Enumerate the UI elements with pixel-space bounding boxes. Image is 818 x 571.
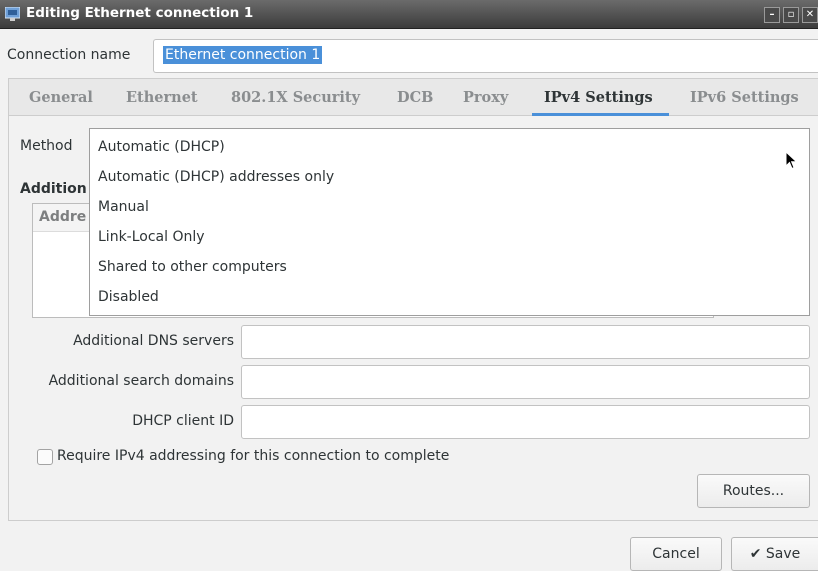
method-option-dhcp-addresses-only[interactable]: Automatic (DHCP) addresses only: [98, 169, 334, 185]
tab-ethernet[interactable]: Ethernet: [126, 89, 198, 106]
connection-name-input[interactable]: Ethernet connection 1: [153, 39, 818, 73]
connection-name-label: Connection name: [7, 47, 131, 63]
routes-button[interactable]: Routes...: [697, 474, 810, 508]
require-ipv4-checkbox[interactable]: [37, 449, 53, 465]
tab-dcb[interactable]: DCB: [397, 89, 433, 106]
method-option-shared[interactable]: Shared to other computers: [98, 259, 287, 275]
window-titlebar[interactable]: Editing Ethernet connection 1 – ▫ ✕: [0, 0, 818, 29]
search-domains-label: Additional search domains: [48, 373, 234, 389]
checkmark-icon: ✔: [749, 546, 762, 562]
dns-servers-input[interactable]: [241, 325, 810, 359]
method-option-link-local[interactable]: Link-Local Only: [98, 229, 205, 245]
method-option-manual[interactable]: Manual: [98, 199, 149, 215]
address-column-header[interactable]: Addre: [39, 209, 86, 225]
restore-button[interactable]: ▫: [783, 7, 799, 23]
tab-bar: General Ethernet 802.1X Security DCB Pro…: [8, 78, 818, 116]
minimize-button[interactable]: –: [764, 7, 780, 23]
save-button[interactable]: ✔ Save: [731, 537, 818, 571]
method-label: Method: [20, 138, 73, 154]
dhcp-client-id-input[interactable]: [241, 405, 810, 439]
mouse-pointer-icon: [785, 151, 798, 170]
close-button[interactable]: ✕: [802, 7, 818, 23]
require-ipv4-label[interactable]: Require IPv4 addressing for this connect…: [57, 448, 449, 464]
cancel-button[interactable]: Cancel: [630, 537, 722, 571]
dns-servers-label: Additional DNS servers: [73, 333, 234, 349]
tab-8021x-security[interactable]: 802.1X Security: [231, 89, 360, 106]
network-app-icon: [5, 7, 20, 21]
connection-name-value: Ethernet connection 1: [163, 46, 323, 64]
method-option-disabled[interactable]: Disabled: [98, 289, 159, 305]
tab-ipv4-settings[interactable]: IPv4 Settings: [544, 89, 653, 106]
method-option-automatic-dhcp[interactable]: Automatic (DHCP): [98, 139, 225, 155]
search-domains-input[interactable]: [241, 365, 810, 399]
save-button-label: Save: [765, 546, 801, 562]
tab-general[interactable]: General: [29, 89, 93, 106]
tab-ipv6-settings[interactable]: IPv6 Settings: [690, 89, 799, 106]
window-title: Editing Ethernet connection 1: [26, 5, 254, 21]
method-dropdown-list[interactable]: Automatic (DHCP) Automatic (DHCP) addres…: [89, 128, 810, 316]
dhcp-client-id-label: DHCP client ID: [132, 413, 234, 429]
additional-addresses-heading: Addition: [20, 181, 87, 197]
tab-proxy[interactable]: Proxy: [463, 89, 508, 106]
